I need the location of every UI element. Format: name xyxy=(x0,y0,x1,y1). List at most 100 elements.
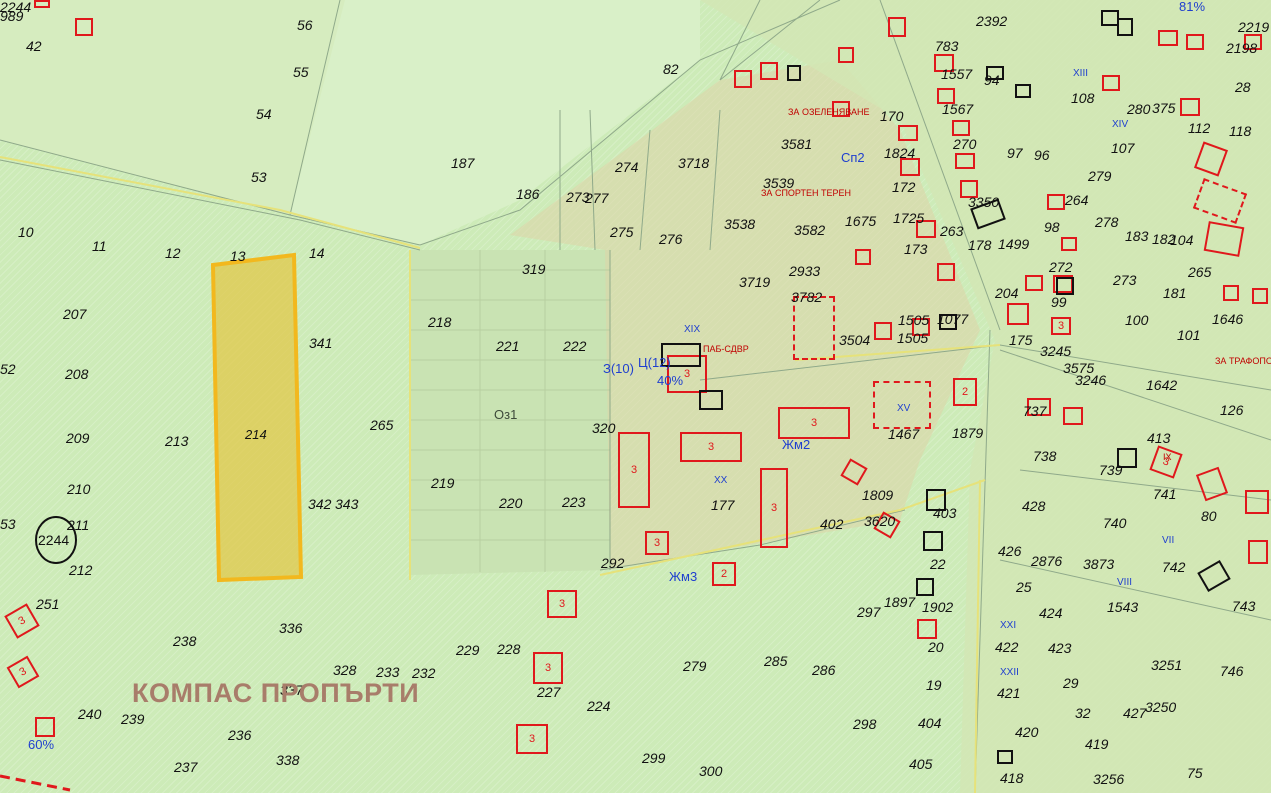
parcel-number: 52 xyxy=(0,361,16,377)
parcel-number: 1567 xyxy=(942,101,974,117)
light-zone xyxy=(0,0,345,215)
parcel-number: 99 xyxy=(1051,294,1067,310)
parcel-number: 343 xyxy=(335,496,359,512)
building-marker: 3 xyxy=(680,432,742,462)
parcel-number: 265 xyxy=(1188,264,1212,280)
parcel-number: 297 xyxy=(857,604,881,620)
map-label: VIII xyxy=(1117,577,1133,588)
parcel-number: 240 xyxy=(78,706,102,722)
building-marker xyxy=(898,125,918,141)
parcel-number: 80 xyxy=(1201,508,1217,524)
building-marker xyxy=(1186,34,1204,50)
parcel-number: 211 xyxy=(67,517,90,533)
parcel-number: 96 xyxy=(1034,147,1050,163)
parcel-number: 418 xyxy=(1000,770,1024,786)
parcel-number: 22 xyxy=(930,556,946,572)
parcel-number: 423 xyxy=(1048,640,1072,656)
building-marker xyxy=(1015,84,1031,98)
parcel-number: 342 xyxy=(308,496,332,512)
parcel-number: 20 xyxy=(928,639,944,655)
building-marker xyxy=(1245,490,1269,514)
cadastral-map[interactable]: 3 3 3 3 3 3 3 2 3 3 3 3 2 3 3 214 Оз1 22… xyxy=(0,0,1271,793)
parcel-number: 13 xyxy=(230,248,246,264)
parcel-number: 3350 xyxy=(968,194,1000,210)
parcel-number: 218 xyxy=(428,314,452,330)
parcel-number: 1557 xyxy=(941,66,973,82)
map-label: Жм2 xyxy=(782,437,811,452)
boundary-dash xyxy=(0,774,71,792)
building-marker: 2 xyxy=(953,378,977,406)
parcel-number: 1902 xyxy=(922,599,954,615)
parcel-number: 279 xyxy=(683,658,707,674)
parcel-number: 278 xyxy=(1095,214,1119,230)
parcel-number: 208 xyxy=(65,366,89,382)
parcel-number: 292 xyxy=(601,555,625,571)
building-marker xyxy=(855,249,871,265)
map-label: ЗА СПОРТЕН ТЕРЕН xyxy=(761,188,852,198)
building-marker xyxy=(888,17,906,37)
map-label: Ц(12) xyxy=(638,355,671,370)
building-marker xyxy=(1248,540,1268,564)
parcel-number: 181 xyxy=(1163,285,1187,301)
building-marker: 3 xyxy=(1051,317,1071,335)
parcel-number: 404 xyxy=(918,715,942,731)
parcel-number: 424 xyxy=(1039,605,1063,621)
parcel-number: 3719 xyxy=(739,274,771,290)
building-marker xyxy=(75,18,93,36)
map-label: ЗА ТРАФОПОСТ xyxy=(1215,356,1271,366)
parcel-number: 265 xyxy=(370,417,394,433)
building-marker: 3 xyxy=(516,724,548,754)
map-label: Сп2 xyxy=(841,150,865,165)
parcel-number: 413 xyxy=(1147,430,1171,446)
parcel-number: 42 xyxy=(26,38,42,54)
building-marker xyxy=(793,296,835,360)
building-marker xyxy=(952,120,970,136)
zone-label: Оз1 xyxy=(494,407,518,422)
map-label: З(10) xyxy=(603,361,634,376)
parcel-number: 1725 xyxy=(893,210,925,226)
parcel-number: 10 xyxy=(18,224,34,240)
parcel-number: 280 xyxy=(1127,101,1151,117)
parcel-number: 207 xyxy=(63,306,87,322)
parcel-number: 3538 xyxy=(724,216,756,232)
parcel-number: 3873 xyxy=(1083,556,1115,572)
parcel-number: 29 xyxy=(1063,675,1079,691)
parcel-number: 298 xyxy=(853,716,877,732)
parcel-number: 3250 xyxy=(1145,699,1177,715)
map-label: ПАБ-СДВР xyxy=(703,344,749,354)
map-label: XV xyxy=(897,403,911,414)
map-label: XIX xyxy=(684,324,701,335)
parcel-number: 177 xyxy=(711,497,735,513)
building-marker xyxy=(917,619,937,639)
parcel-number: 98 xyxy=(1044,219,1060,235)
parcel-number: 286 xyxy=(812,662,836,678)
parcel-number: 236 xyxy=(228,727,252,743)
parcel-number: 126 xyxy=(1220,402,1244,418)
parcel-number: 14 xyxy=(309,245,325,261)
building-marker xyxy=(1117,18,1133,36)
building-marker xyxy=(1252,288,1268,304)
parcel-number: 1505 xyxy=(897,330,929,346)
building-marker xyxy=(699,390,723,410)
highlighted-parcel-214[interactable] xyxy=(210,252,304,583)
building-marker xyxy=(35,717,55,737)
parcel-number: 175 xyxy=(1009,332,1033,348)
building-marker: 2 xyxy=(712,562,736,586)
parcel-number: 737 xyxy=(1023,403,1047,419)
parcel-number: 421 xyxy=(997,685,1021,701)
parcel-number: 12 xyxy=(165,245,181,261)
parcel-number: 405 xyxy=(909,756,933,772)
parcel-number: 3256 xyxy=(1093,771,1125,787)
parcel-number: 239 xyxy=(121,711,145,727)
parcel-number: 173 xyxy=(904,241,928,257)
building-marker xyxy=(937,263,955,281)
parcel-number: 212 xyxy=(69,562,93,578)
parcel-number: 183 xyxy=(1125,228,1149,244)
parcel-number: 273 xyxy=(1113,272,1137,288)
parcel-number: 285 xyxy=(764,653,788,669)
building-marker xyxy=(1203,221,1245,257)
map-label: VII xyxy=(1162,535,1175,546)
parcel-number: 738 xyxy=(1033,448,1057,464)
parcel-number: 276 xyxy=(659,231,683,247)
parcel-number: 426 xyxy=(998,543,1022,559)
